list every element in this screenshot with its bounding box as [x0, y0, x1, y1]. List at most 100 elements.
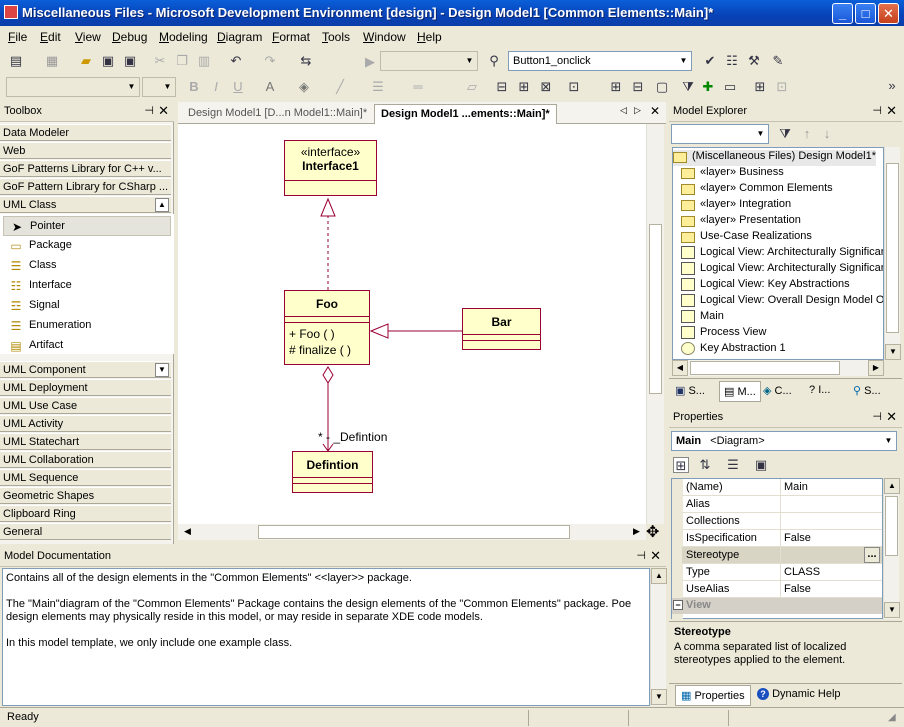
cut-icon[interactable]: ✂ [152, 53, 168, 69]
toolbox-category-uml-statechart[interactable]: UML Statechart [0, 433, 171, 450]
function-combo[interactable]: Button1_onclick ▼ [508, 51, 692, 71]
filter-icon[interactable]: ⧩ [680, 79, 696, 95]
pin-icon[interactable]: ⊣ [872, 104, 882, 117]
tree-node-process-view[interactable]: Process View [681, 326, 766, 342]
property-value[interactable]: Main [784, 481, 808, 493]
toolbox-category-geometric-shapes[interactable]: Geometric Shapes [0, 487, 171, 504]
underline-icon[interactable]: U [230, 79, 246, 95]
scroll-left-icon[interactable]: ◀ [184, 526, 191, 537]
publish-icon[interactable]: ✎ [770, 53, 786, 69]
property-row-isspecification[interactable]: IsSpecification False [682, 530, 882, 547]
explorer-vertical-scrollbar[interactable]: ▼ [884, 147, 901, 360]
properties-page-icon[interactable]: ☰ [725, 457, 741, 473]
toolbox-category-gof-cpp[interactable]: GoF Patterns Library for C++ v... [0, 160, 171, 177]
menu-help[interactable]: Help [417, 30, 442, 44]
validate-icon[interactable]: ✔ [702, 53, 718, 69]
toolbox-category-uml-sequence[interactable]: UML Sequence [0, 469, 171, 486]
toolbox-category-uml-deployment[interactable]: UML Deployment [0, 379, 171, 396]
font-name-combo[interactable]: ▼ [6, 77, 140, 97]
explorer-filter-combo[interactable]: ▼ [671, 124, 769, 144]
property-pages-icon[interactable]: ▣ [753, 457, 769, 473]
scroll-right-icon[interactable]: ▶ [633, 526, 640, 537]
chevron-down-icon[interactable]: ▼ [155, 363, 169, 377]
tab-scroll-left-icon[interactable]: ◁ [620, 105, 627, 116]
scrollbar-thumb[interactable] [690, 361, 840, 375]
tab-model-explorer[interactable]: ▤ M... [719, 381, 761, 402]
scrollbar-thumb[interactable] [886, 163, 899, 333]
move-down-icon[interactable]: ↓ [819, 126, 835, 142]
properties-object-combo[interactable]: Main <Diagram> ▼ [671, 431, 897, 451]
toolbox-category-clipboard-ring[interactable]: Clipboard Ring [0, 505, 171, 522]
scroll-down-icon[interactable]: ▼ [885, 344, 901, 360]
scroll-up-icon[interactable]: ▲ [884, 478, 900, 494]
tab-solution-explorer[interactable]: ▣ S... [675, 384, 705, 397]
menu-file[interactable]: File [8, 30, 27, 44]
pin-icon[interactable]: ⊣ [872, 410, 882, 423]
tab-scroll-right-icon[interactable]: ▷ [634, 105, 641, 116]
line-color-icon[interactable]: ╱ [332, 79, 348, 95]
scroll-down-icon[interactable]: ▼ [884, 602, 900, 618]
scrollbar-thumb[interactable] [885, 496, 898, 556]
scroll-right-icon[interactable]: ▶ [868, 360, 884, 376]
tree-node-use-case-realizations[interactable]: Use-Case Realizations [681, 230, 812, 246]
toolbox-item-artifact[interactable]: ▤ Artifact [3, 336, 171, 356]
toolbox-item-interface[interactable]: ☷ Interface [3, 276, 171, 296]
maximize-button[interactable]: □ [855, 3, 876, 24]
canvas-horizontal-scrollbar[interactable]: ◀ ▶ [178, 524, 646, 540]
close-icon[interactable]: ✕ [158, 103, 169, 119]
tree-node-key-abstraction-1[interactable]: Key Abstraction 1 [681, 342, 786, 358]
close-icon[interactable]: ✕ [650, 104, 660, 118]
arrange-icon[interactable]: ⊠ [538, 79, 554, 95]
documentation-vertical-scrollbar[interactable]: ▲ ▼ [650, 568, 667, 706]
add-icon[interactable]: ✚ [700, 79, 716, 95]
toolbox-category-uml-use-case[interactable]: UML Use Case [0, 397, 171, 414]
menu-format[interactable]: Format [272, 30, 310, 44]
navigate-icon[interactable]: ⇆ [298, 53, 314, 69]
pin-icon[interactable]: ⊣ [636, 549, 646, 562]
tab-search[interactable]: ⚲ S... [853, 384, 881, 397]
property-row-usealias[interactable]: UseAlias False [682, 581, 882, 598]
tree-node-layer-integration[interactable]: «layer» Integration [681, 198, 791, 214]
solution-config-combo[interactable]: ▼ [380, 51, 478, 71]
chevron-up-icon[interactable]: ▲ [155, 198, 169, 212]
toolbox-item-pointer[interactable]: ➤ Pointer [3, 216, 171, 236]
tree-root-design-model1[interactable]: (Miscellaneous Files) Design Model1* [673, 150, 877, 166]
uml-class-foo[interactable]: Foo + Foo ( ) # finalize ( ) [284, 290, 370, 365]
toolbox-category-uml-class[interactable]: UML Class ▲ [0, 196, 171, 213]
scrollbar-thumb[interactable] [649, 224, 662, 394]
menu-tools[interactable]: Tools [322, 30, 350, 44]
add-item-icon[interactable]: ▦ [44, 53, 60, 69]
menu-view[interactable]: View [75, 30, 101, 44]
open-icon[interactable]: ▰ [78, 53, 94, 69]
paste-icon[interactable]: ▥ [196, 53, 212, 69]
toolbox-item-package[interactable]: ▭ Package [3, 236, 171, 256]
tab-class-view[interactable]: ◈ C... [763, 384, 792, 397]
property-value[interactable]: False [784, 583, 811, 595]
fill-color-icon[interactable]: ◈ [296, 79, 312, 95]
tab-dynamic-help[interactable]: ? Dynamic Help [757, 688, 841, 700]
scroll-down-icon[interactable]: ▼ [651, 689, 667, 705]
tab-design-model-main-2[interactable]: Design Model1 ...ements::Main]* [374, 104, 557, 124]
tree-node-logical-view-arch-1[interactable]: Logical View: Architecturally Significan… [681, 246, 883, 262]
menu-window[interactable]: Window [363, 30, 406, 44]
tree-node-logical-view-key-abstractions[interactable]: Logical View: Key Abstractions [681, 278, 850, 294]
property-row-alias[interactable]: Alias [682, 496, 882, 513]
tab-properties[interactable]: ▦ Properties [675, 685, 751, 706]
toolbox-category-uml-collaboration[interactable]: UML Collaboration [0, 451, 171, 468]
diagram-canvas[interactable]: «interface» Interface1 Foo + Foo ( ) # f… [178, 124, 646, 524]
remove-icon[interactable]: ▭ [722, 79, 738, 95]
toolbar-overflow-icon[interactable]: » [884, 78, 900, 94]
toolbox-category-uml-activity[interactable]: UML Activity [0, 415, 171, 432]
uml-class-defintion[interactable]: Defintion [292, 451, 373, 493]
tab-index[interactable]: ? I... [809, 384, 830, 396]
tree-node-layer-business[interactable]: «layer» Business [681, 166, 784, 182]
redo-icon[interactable]: ↷ [262, 53, 278, 69]
toolbox-category-gof-csharp[interactable]: GoF Pattern Library for CSharp ... [0, 178, 171, 195]
route-icon[interactable]: ⊟ [494, 79, 510, 95]
close-button[interactable]: ✕ [878, 3, 899, 24]
explorer-horizontal-scrollbar[interactable]: ◀ ▶ [672, 360, 884, 376]
move-up-icon[interactable]: ↑ [799, 126, 815, 142]
line-style-icon[interactable]: ═ [410, 79, 426, 95]
property-row-collections[interactable]: Collections [682, 513, 882, 530]
property-row-name[interactable]: (Name) Main [682, 479, 882, 496]
